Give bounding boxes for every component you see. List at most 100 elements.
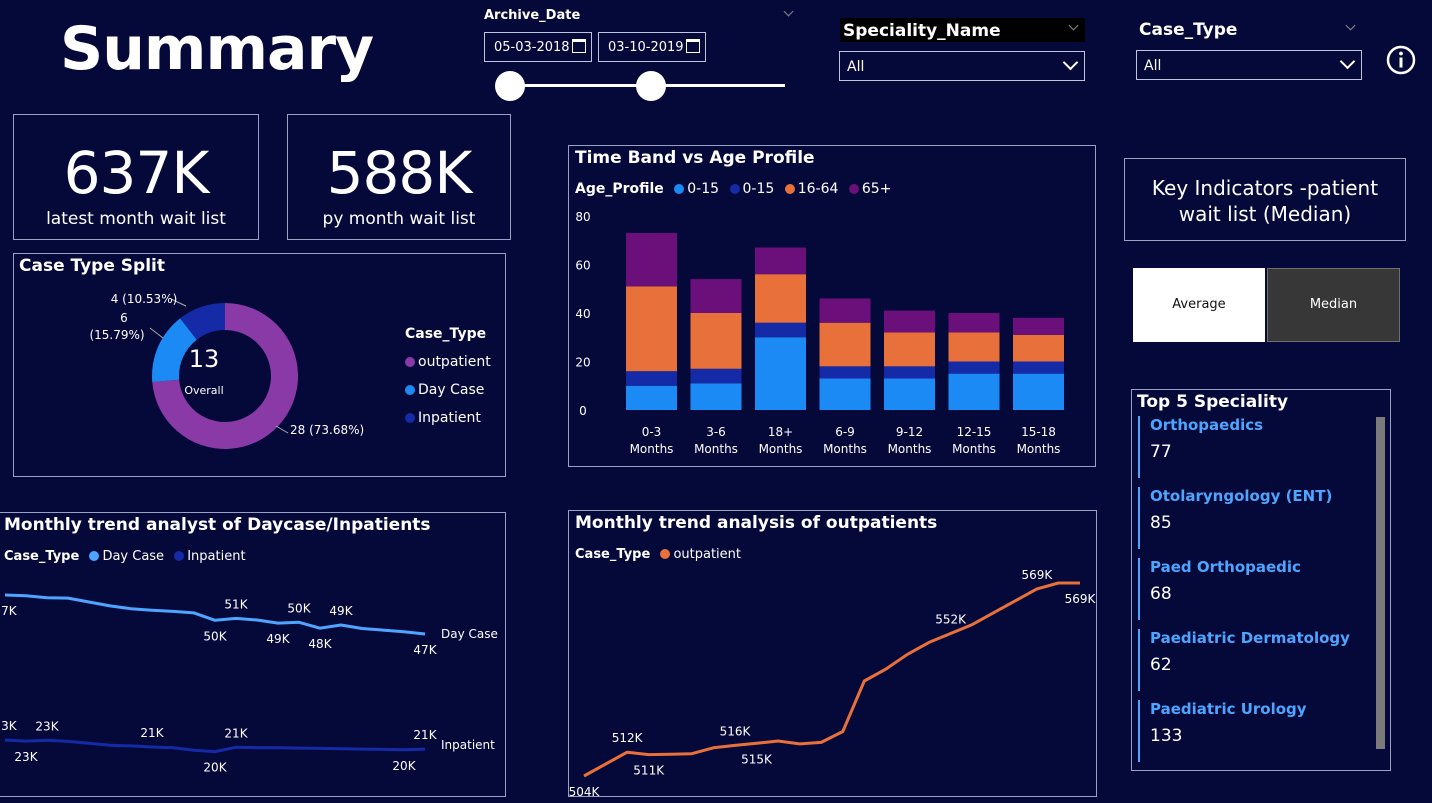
donut-center-value: 13: [189, 345, 220, 373]
bar-segment[interactable]: [884, 378, 935, 410]
data-label: 516K: [720, 724, 752, 738]
data-label: 48K: [308, 637, 332, 651]
leader-line: [275, 425, 289, 434]
bar-segment[interactable]: [755, 274, 806, 323]
latest-month-label: latest month wait list: [46, 209, 226, 229]
x-tick-label: Months: [759, 442, 803, 456]
y-tick-label: 80: [575, 210, 590, 224]
key-indicators-card: Key Indicators -patient wait list (Media…: [1124, 158, 1406, 241]
x-tick-label: 3-6: [706, 425, 726, 439]
series-line[interactable]: [583, 581, 1080, 778]
outpatient-line-chart[interactable]: 504K 512K 511K 516K 515K 552K 569K 569K: [569, 511, 1096, 796]
calendar-icon[interactable]: [686, 39, 700, 53]
median-button[interactable]: Median: [1267, 268, 1400, 342]
legend-label: outpatient: [418, 354, 491, 370]
chevron-down-icon[interactable]: [783, 6, 794, 17]
calendar-icon[interactable]: [572, 39, 586, 53]
case-type-dropdown[interactable]: All: [1136, 50, 1362, 80]
speciality-name: Orthopaedics: [1150, 416, 1264, 434]
legend-label: Day Case: [418, 382, 485, 398]
bar-segment[interactable]: [626, 385, 677, 410]
latest-month-kpi-card: 637K latest month wait list: [13, 114, 259, 240]
bar-segment[interactable]: [690, 279, 742, 313]
bar-segment[interactable]: [884, 310, 935, 333]
speciality-dropdown[interactable]: All: [839, 51, 1085, 81]
data-label: 21K: [140, 726, 164, 740]
page-title: Summary: [60, 14, 374, 84]
data-label: 569K: [1065, 592, 1096, 606]
bar-segment[interactable]: [755, 322, 806, 338]
data-label: 50K: [203, 629, 227, 643]
x-tick-label: 0-3: [642, 425, 662, 439]
bar-segment[interactable]: [884, 366, 935, 379]
y-tick-label: 0: [579, 404, 587, 418]
list-item[interactable]: Paediatric Urology 133: [1138, 700, 1358, 762]
legend-item-outpatient[interactable]: outpatient: [405, 348, 491, 376]
py-month-label: py month wait list: [322, 209, 476, 229]
x-tick-label: Months: [888, 442, 932, 456]
list-item[interactable]: Paediatric Dermatology 62: [1138, 629, 1358, 691]
bar-segment[interactable]: [948, 373, 1000, 410]
list-item[interactable]: Otolaryngology (ENT) 85: [1138, 487, 1358, 549]
legend-dot: [405, 413, 415, 423]
legend-item-day-case[interactable]: Day Case: [405, 376, 491, 404]
data-label: 50K: [287, 601, 311, 615]
data-label: 20K: [392, 759, 416, 773]
bar-segment[interactable]: [819, 322, 871, 367]
data-label: 21K: [224, 726, 248, 740]
speciality-value: 85: [1150, 513, 1172, 533]
case-type-split-panel: Case Type Split 28 (73.68%) 6 (15.79%) 4 (1…: [13, 253, 506, 477]
date-range-start-handle[interactable]: [495, 71, 525, 101]
daycase-line-chart[interactable]: 57K 50K 51K 49K 50K 48K 49K 47K 23K 23K 23K 21K 20K 2…: [0, 513, 504, 796]
y-tick-label: 40: [575, 307, 590, 321]
bar-segment[interactable]: [948, 332, 1000, 362]
donut-legend: outpatient Day Case Inpatient: [405, 348, 491, 432]
list-item[interactable]: Paed Orthopaedic 68: [1138, 558, 1358, 620]
x-tick-label: 18+: [768, 425, 793, 439]
bar-segment[interactable]: [884, 332, 935, 367]
x-tick-label: Months: [1017, 442, 1061, 456]
chevron-down-icon[interactable]: [1345, 20, 1356, 31]
data-label: 552K: [935, 612, 967, 626]
bar-segment[interactable]: [1013, 373, 1064, 410]
x-tick-label: 12-15: [957, 425, 992, 439]
average-button[interactable]: Average: [1133, 268, 1265, 342]
legend-dot: [405, 357, 415, 367]
bar-segment[interactable]: [819, 378, 871, 410]
info-icon[interactable]: [1385, 44, 1417, 76]
bar-segment[interactable]: [1013, 334, 1064, 362]
bar-segment[interactable]: [819, 298, 871, 323]
slice-label: 28 (73.68%): [290, 423, 364, 437]
list-item[interactable]: Orthopaedics 77: [1138, 416, 1358, 478]
bar-segment[interactable]: [626, 371, 677, 386]
date-range-end-handle[interactable]: [636, 71, 666, 101]
bar-segment[interactable]: [755, 337, 806, 410]
time-band-bar-chart[interactable]: 0 20 40 60 80 0-3 Months 3-6 Months 18+ Months 6-9 M…: [569, 146, 1095, 466]
bar-segment[interactable]: [690, 313, 742, 369]
series-line[interactable]: [4, 738, 426, 754]
bar-segment[interactable]: [1013, 361, 1064, 374]
start-date-value: 05-03-2018: [494, 40, 570, 55]
bar-segment[interactable]: [690, 383, 742, 410]
end-date-field[interactable]: 03-10-2019: [598, 32, 706, 62]
bar-segment[interactable]: [626, 286, 677, 372]
bar-segment[interactable]: [819, 366, 871, 379]
data-label: 23K: [35, 719, 59, 733]
time-band-panel: Time Band vs Age Profile Age_Profile 0-1…: [568, 145, 1096, 467]
data-label: 23K: [14, 750, 38, 764]
legend-item-inpatient[interactable]: Inpatient: [405, 404, 491, 432]
bar-segment[interactable]: [1013, 317, 1064, 335]
bar-segment[interactable]: [948, 313, 1000, 333]
bar-segment[interactable]: [948, 361, 1000, 374]
scrollbar[interactable]: [1376, 417, 1385, 749]
x-tick-label: 9-12: [896, 425, 923, 439]
start-date-field[interactable]: 05-03-2018: [484, 32, 592, 62]
series-line[interactable]: [4, 593, 426, 636]
data-label: 23K: [0, 719, 18, 733]
bar-segment[interactable]: [626, 232, 677, 287]
bar-segment[interactable]: [690, 368, 742, 384]
bar-segment[interactable]: [755, 247, 806, 275]
data-label: 51K: [224, 597, 248, 611]
slice-label: (15.79%): [89, 328, 144, 342]
slice-label: 4 (10.53%): [111, 292, 178, 306]
